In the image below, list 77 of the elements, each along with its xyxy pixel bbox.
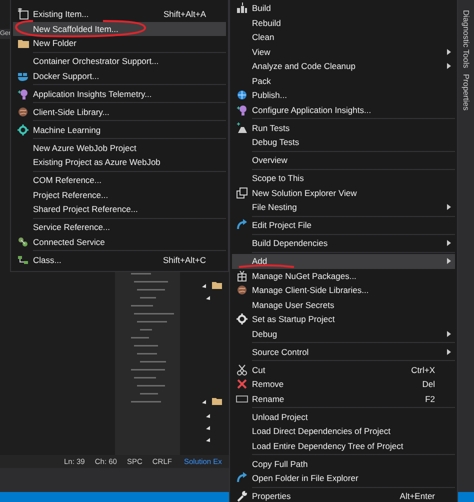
menu-item[interactable]: Edit Project File — [232, 218, 455, 232]
curved-arrow-icon — [236, 472, 248, 484]
menu-item[interactable]: Pack — [232, 74, 455, 88]
menu-item[interactable]: Project Reference... — [13, 188, 226, 202]
side-tab[interactable]: Diagnostic Tools — [462, 10, 470, 68]
menu-item[interactable]: Manage NuGet Packages... — [232, 268, 455, 283]
close-icon — [236, 378, 248, 390]
menu-item[interactable]: Shared Project Reference... — [13, 202, 226, 216]
menu-item[interactable]: Load Entire Dependency Tree of Project — [232, 438, 455, 453]
menu-item[interactable]: Clean — [232, 30, 455, 44]
rename-icon — [236, 392, 248, 405]
menu-item[interactable]: Debug — [232, 326, 455, 341]
lightbulb-icon — [17, 88, 29, 100]
menu-item[interactable]: Docker Support... — [13, 68, 226, 83]
shortcut-text: F2 — [425, 394, 435, 404]
menu-item[interactable]: New Scaffolded Item... — [13, 22, 226, 36]
globe-icon — [236, 284, 248, 296]
menu-item[interactable]: Overview — [232, 153, 455, 168]
menu-item[interactable]: Copy Full Path — [232, 456, 455, 471]
test-icon — [236, 122, 248, 134]
menu-item[interactable]: Properties Alt+Enter — [232, 489, 455, 502]
menu-item[interactable]: Connected Service — [13, 234, 226, 249]
shortcut-text: Del — [422, 379, 435, 390]
menu-item[interactable]: Existing Item... Shift+Alt+A — [13, 7, 226, 22]
menu-item[interactable]: Rebuild — [232, 16, 455, 30]
package-icon — [236, 270, 248, 282]
globe-icon — [236, 89, 248, 102]
shortcut-text: Ctrl+X — [411, 364, 435, 375]
menu-item[interactable]: Open Folder in File Explorer — [232, 471, 455, 486]
windows-icon — [236, 186, 248, 199]
gear-icon — [17, 124, 29, 136]
gear-icon — [236, 313, 248, 326]
menu-item[interactable]: Unload Project — [232, 410, 455, 424]
menu-item[interactable]: Set as Startup Project — [232, 312, 455, 326]
menu-item[interactable]: Configure Application Insights... — [232, 102, 455, 117]
menu-item[interactable]: Application Insights Telemetry... — [13, 86, 226, 101]
link-icon — [17, 236, 29, 248]
menu-item[interactable]: Add — [232, 254, 455, 268]
menu-item[interactable]: Load Direct Dependencies of Project — [232, 424, 455, 438]
menu-item[interactable]: Client-Side Library... — [13, 104, 226, 119]
menu-item[interactable]: Container Orchestrator Support... — [13, 54, 226, 68]
menu-item[interactable]: Manage User Secrets — [232, 298, 455, 312]
menu-item[interactable]: Rename F2 — [232, 392, 455, 406]
add-file-icon — [17, 8, 29, 20]
menu-item[interactable]: Machine Learning — [13, 122, 226, 137]
lightbulb-icon — [236, 104, 248, 116]
scissors-icon — [236, 364, 248, 376]
menu-item[interactable]: Existing Project as Azure WebJob — [13, 155, 226, 170]
menu-item[interactable]: New Solution Explorer View — [232, 186, 455, 200]
menu-item[interactable]: Run Tests — [232, 120, 455, 135]
menu-item[interactable]: Scope to This — [232, 171, 455, 186]
menu-item[interactable]: New Azure WebJob Project — [13, 140, 226, 155]
curved-arrow-icon — [236, 219, 248, 232]
menu-item[interactable]: Class... Shift+Alt+C — [13, 252, 226, 267]
build-icon — [236, 2, 248, 14]
menu-item[interactable]: COM Reference... — [13, 173, 226, 188]
menu-item[interactable]: Analyze and Code Cleanup — [232, 59, 455, 74]
shortcut-text: Shift+Alt+C — [163, 254, 206, 265]
globe-icon — [17, 106, 29, 118]
menu-item[interactable]: View — [232, 44, 455, 59]
class-icon — [17, 254, 29, 266]
menu-item[interactable]: Build — [232, 1, 455, 16]
menu-item[interactable]: Cut Ctrl+X — [232, 362, 455, 377]
menu-item[interactable]: New Folder — [13, 36, 226, 50]
menu-item[interactable]: Remove Del — [232, 377, 455, 392]
menu-item[interactable]: Source Control — [232, 344, 455, 359]
side-tab[interactable]: Properties — [462, 74, 470, 111]
annotation-underline — [238, 264, 294, 268]
menu-item[interactable]: File Nesting — [232, 200, 455, 214]
shortcut-text: Alt+Enter — [400, 491, 435, 502]
shortcut-text: Shift+Alt+A — [163, 9, 206, 20]
menu-item[interactable]: Publish... — [232, 88, 455, 102]
menu-item[interactable]: Debug Tests — [232, 135, 455, 150]
menu-item[interactable]: Service Reference... — [13, 220, 226, 234]
folder-icon — [17, 37, 29, 50]
menu-item[interactable]: Manage Client-Side Libraries... — [232, 283, 455, 298]
menu-item[interactable]: Build Dependencies — [232, 236, 455, 250]
